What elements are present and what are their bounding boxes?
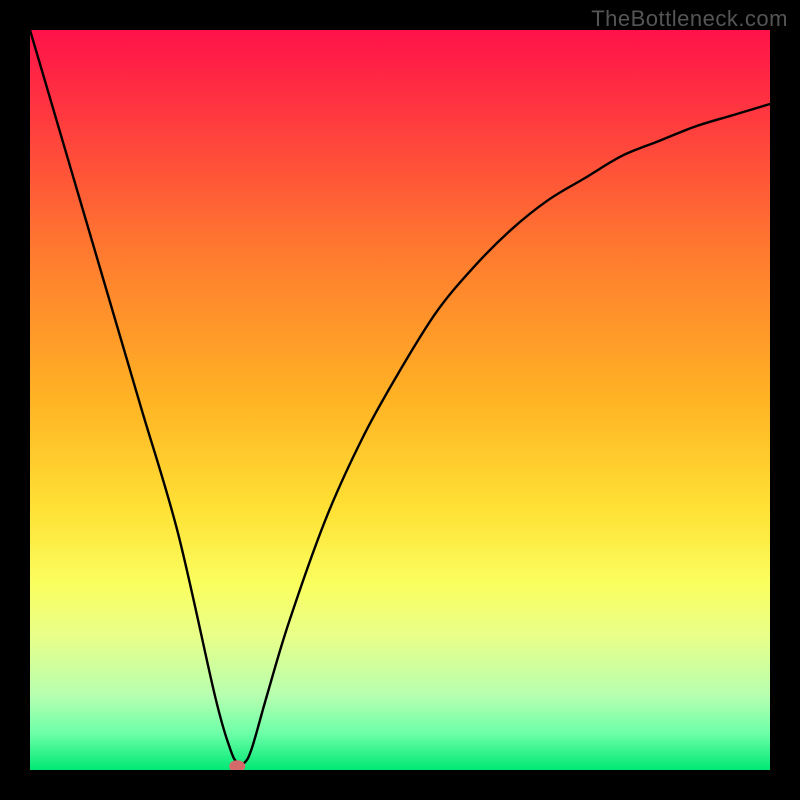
chart-svg (30, 30, 770, 770)
plot-area (30, 30, 770, 770)
chart-frame: TheBottleneck.com (0, 0, 800, 800)
watermark-text: TheBottleneck.com (591, 6, 788, 32)
